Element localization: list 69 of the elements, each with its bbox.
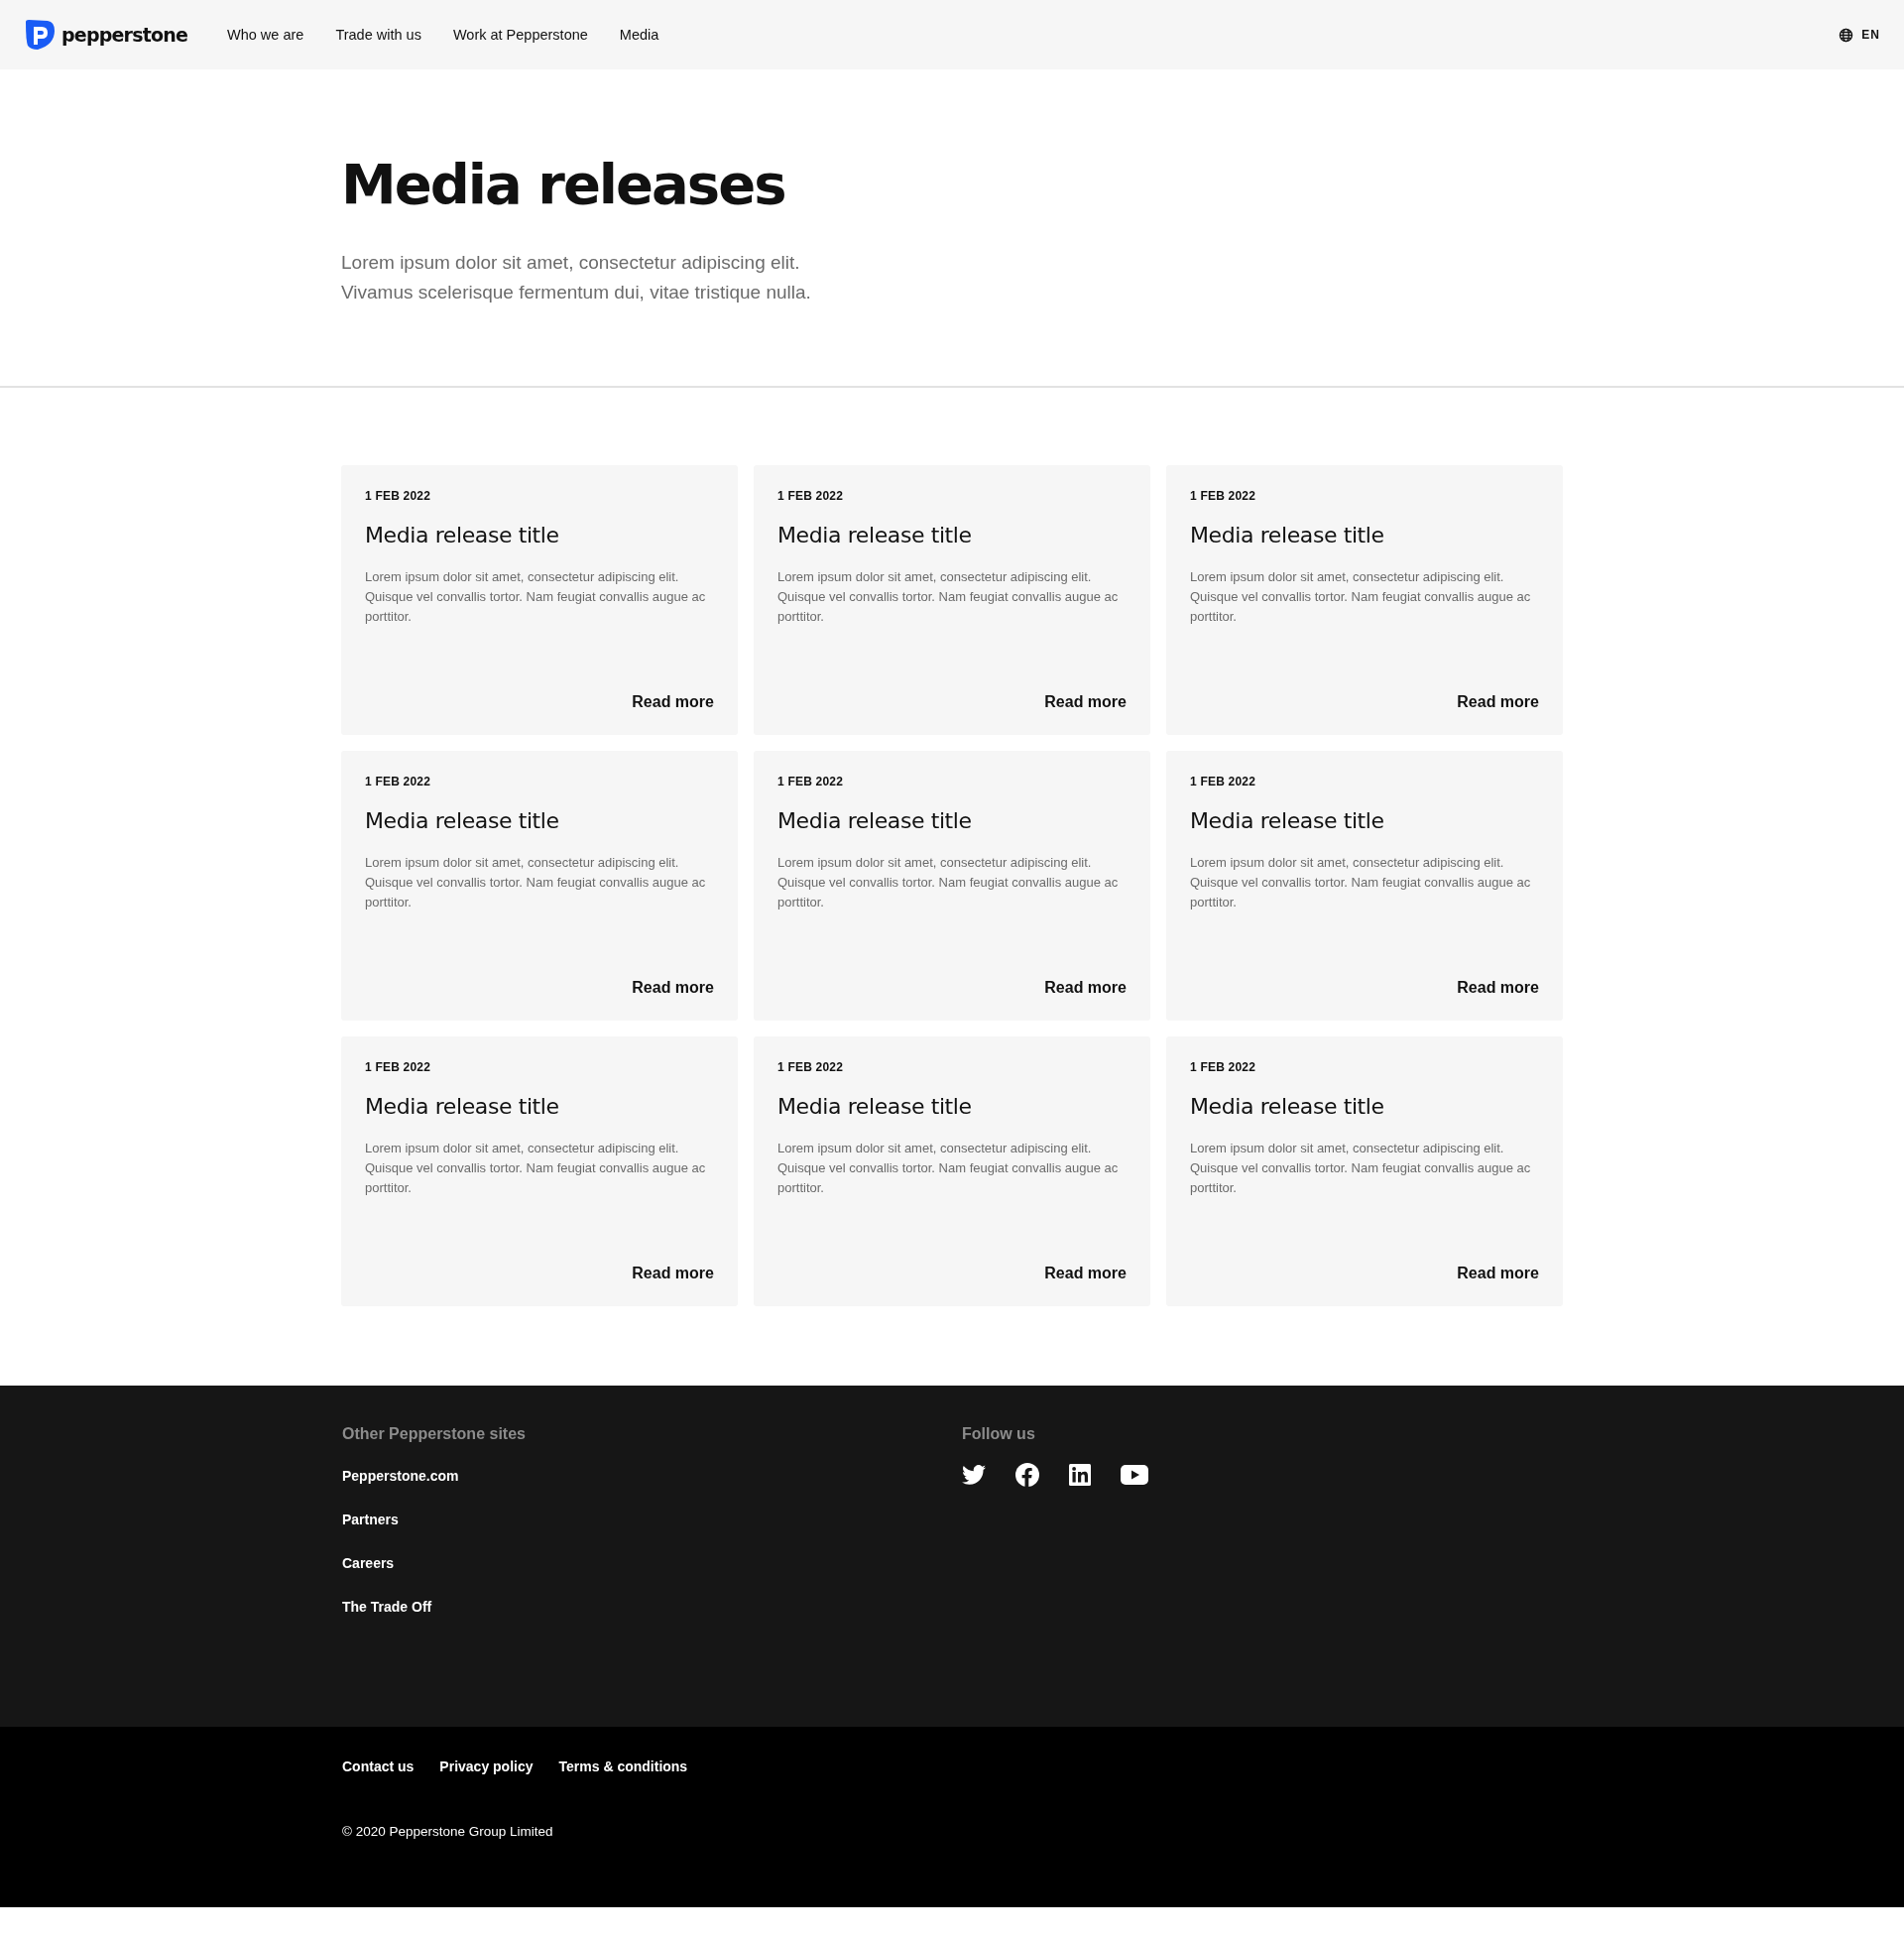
release-date: 1 FEB 2022: [365, 1060, 432, 1074]
intro-text: Lorem ipsum dolor sit amet, consectetur adipiscing elit. Vivamus scelerisque fermentum dui, vitae tristique nulla.: [341, 251, 812, 304]
read-more-link[interactable]: Read more: [1044, 1265, 1127, 1282]
release-summary: Lorem ipsum dolor sit amet, consectetur adipiscing elit. Quisque vel convallis tortor. Nam feugiat convallis augue ac porttitor.: [1190, 568, 1532, 626]
release-title: Media release title: [1190, 808, 1385, 833]
release-date: 1 FEB 2022: [1190, 775, 1257, 788]
legal-link[interactable]: Privacy policy: [439, 1758, 534, 1774]
logo-icon[interactable]: [24, 19, 56, 51]
release-date: 1 FEB 2022: [777, 1060, 845, 1074]
footer-heading: Follow us: [962, 1425, 1035, 1443]
footer-link[interactable]: Careers: [342, 1554, 395, 1573]
read-more-link[interactable]: Read more: [1457, 1265, 1539, 1282]
linkedin-icon[interactable]: [1069, 1464, 1091, 1486]
logo-wordmark[interactable]: pepperstone: [61, 24, 187, 46]
footer-heading: Other Pepperstone sites: [342, 1425, 526, 1443]
nav-link[interactable]: Media: [619, 27, 659, 43]
nav-link[interactable]: Work at Pepperstone: [452, 27, 588, 43]
release-card[interactable]: 1 FEB 2022 Media release title Lorem ipsum dolor sit amet, consectetur adipiscing elit. Quisque vel convallis tortor. Nam feugiat convallis augue ac porttitor. Read more: [341, 751, 738, 1021]
read-more-link[interactable]: Read more: [1457, 979, 1539, 997]
release-card[interactable]: 1 FEB 2022 Media release title Lorem ipsum dolor sit amet, consectetur adipiscing elit. Quisque vel convallis tortor. Nam feugiat convallis augue ac porttitor. Read more: [754, 1036, 1150, 1306]
release-title: Media release title: [777, 523, 973, 547]
release-summary: Lorem ipsum dolor sit amet, consectetur adipiscing elit. Quisque vel convallis tortor. Nam feugiat convallis augue ac porttitor.: [365, 568, 707, 626]
release-card[interactable]: 1 FEB 2022 Media release title Lorem ipsum dolor sit amet, consectetur adipiscing elit. Quisque vel convallis tortor. Nam feugiat convallis augue ac porttitor. Read more: [1166, 1036, 1563, 1306]
release-summary: Lorem ipsum dolor sit amet, consectetur adipiscing elit. Quisque vel convallis tortor. Nam feugiat convallis augue ac porttitor.: [365, 854, 707, 911]
legal-link[interactable]: Terms & conditions: [558, 1758, 688, 1774]
release-card[interactable]: 1 FEB 2022 Media release title Lorem ipsum dolor sit amet, consectetur adipiscing elit. Quisque vel convallis tortor. Nam feugiat convallis augue ac porttitor. Read more: [754, 465, 1150, 735]
release-title: Media release title: [365, 523, 560, 547]
read-more-link[interactable]: Read more: [632, 693, 714, 711]
release-card[interactable]: 1 FEB 2022 Media release title Lorem ipsum dolor sit amet, consectetur adipiscing elit. Quisque vel convallis tortor. Nam feugiat convallis augue ac porttitor. Read more: [341, 465, 738, 735]
read-more-link[interactable]: Read more: [632, 979, 714, 997]
globe-icon[interactable]: [1839, 27, 1854, 43]
read-more-link[interactable]: Read more: [1457, 693, 1539, 711]
legal-link[interactable]: Contact us: [342, 1758, 415, 1774]
release-card[interactable]: 1 FEB 2022 Media release title Lorem ipsum dolor sit amet, consectetur adipiscing elit. Quisque vel convallis tortor. Nam feugiat convallis augue ac porttitor. Read more: [341, 1036, 738, 1306]
page-title: Media releases: [341, 151, 786, 218]
release-summary: Lorem ipsum dolor sit amet, consectetur adipiscing elit. Quisque vel convallis tortor. Nam feugiat convallis augue ac porttitor.: [1190, 1140, 1532, 1197]
read-more-link[interactable]: Read more: [632, 1265, 714, 1282]
release-title: Media release title: [365, 808, 560, 833]
facebook-icon[interactable]: [1015, 1463, 1039, 1487]
release-summary: Lorem ipsum dolor sit amet, consectetur adipiscing elit. Quisque vel convallis tortor. Nam feugiat convallis augue ac porttitor.: [777, 854, 1120, 911]
bird-icon[interactable]: [962, 1465, 986, 1485]
release-date: 1 FEB 2022: [365, 489, 432, 503]
read-more-link[interactable]: Read more: [1044, 979, 1127, 997]
language-selector[interactable]: EN: [1861, 28, 1880, 42]
release-summary: Lorem ipsum dolor sit amet, consectetur adipiscing elit. Quisque vel convallis tortor. Nam feugiat convallis augue ac porttitor.: [365, 1140, 707, 1197]
release-date: 1 FEB 2022: [1190, 1060, 1257, 1074]
footer-link[interactable]: The Trade Off: [342, 1598, 432, 1617]
release-title: Media release title: [365, 1094, 560, 1119]
release-summary: Lorem ipsum dolor sit amet, consectetur adipiscing elit. Quisque vel convallis tortor. Nam feugiat convallis augue ac porttitor.: [777, 568, 1120, 626]
release-date: 1 FEB 2022: [777, 775, 845, 788]
release-card[interactable]: 1 FEB 2022 Media release title Lorem ipsum dolor sit amet, consectetur adipiscing elit. Quisque vel convallis tortor. Nam feugiat convallis augue ac porttitor. Read more: [1166, 465, 1563, 735]
release-title: Media release title: [777, 808, 973, 833]
release-summary: Lorem ipsum dolor sit amet, consectetur adipiscing elit. Quisque vel convallis tortor. Nam feugiat convallis augue ac porttitor.: [1190, 854, 1532, 911]
nav-link[interactable]: Who we are: [227, 27, 304, 43]
release-summary: Lorem ipsum dolor sit amet, consectetur adipiscing elit. Quisque vel convallis tortor. Nam feugiat convallis augue ac porttitor.: [777, 1140, 1120, 1197]
release-date: 1 FEB 2022: [365, 775, 432, 788]
release-title: Media release title: [1190, 1094, 1385, 1119]
release-date: 1 FEB 2022: [777, 489, 845, 503]
release-title: Media release title: [777, 1094, 973, 1119]
footer-link[interactable]: Partners: [342, 1511, 399, 1529]
copyright-text: © 2020 Pepperstone Group Limited: [342, 1824, 554, 1839]
read-more-link[interactable]: Read more: [1044, 693, 1127, 711]
release-title: Media release title: [1190, 523, 1385, 547]
play-button-icon[interactable]: [1121, 1465, 1148, 1485]
nav-link[interactable]: Trade with us: [335, 27, 421, 43]
release-date: 1 FEB 2022: [1190, 489, 1257, 503]
release-card[interactable]: 1 FEB 2022 Media release title Lorem ipsum dolor sit amet, consectetur adipiscing elit. Quisque vel convallis tortor. Nam feugiat convallis augue ac porttitor. Read more: [1166, 751, 1563, 1021]
footer-link[interactable]: Pepperstone.com: [342, 1467, 459, 1486]
release-card[interactable]: 1 FEB 2022 Media release title Lorem ipsum dolor sit amet, consectetur adipiscing elit. Quisque vel convallis tortor. Nam feugiat convallis augue ac porttitor. Read more: [754, 751, 1150, 1021]
